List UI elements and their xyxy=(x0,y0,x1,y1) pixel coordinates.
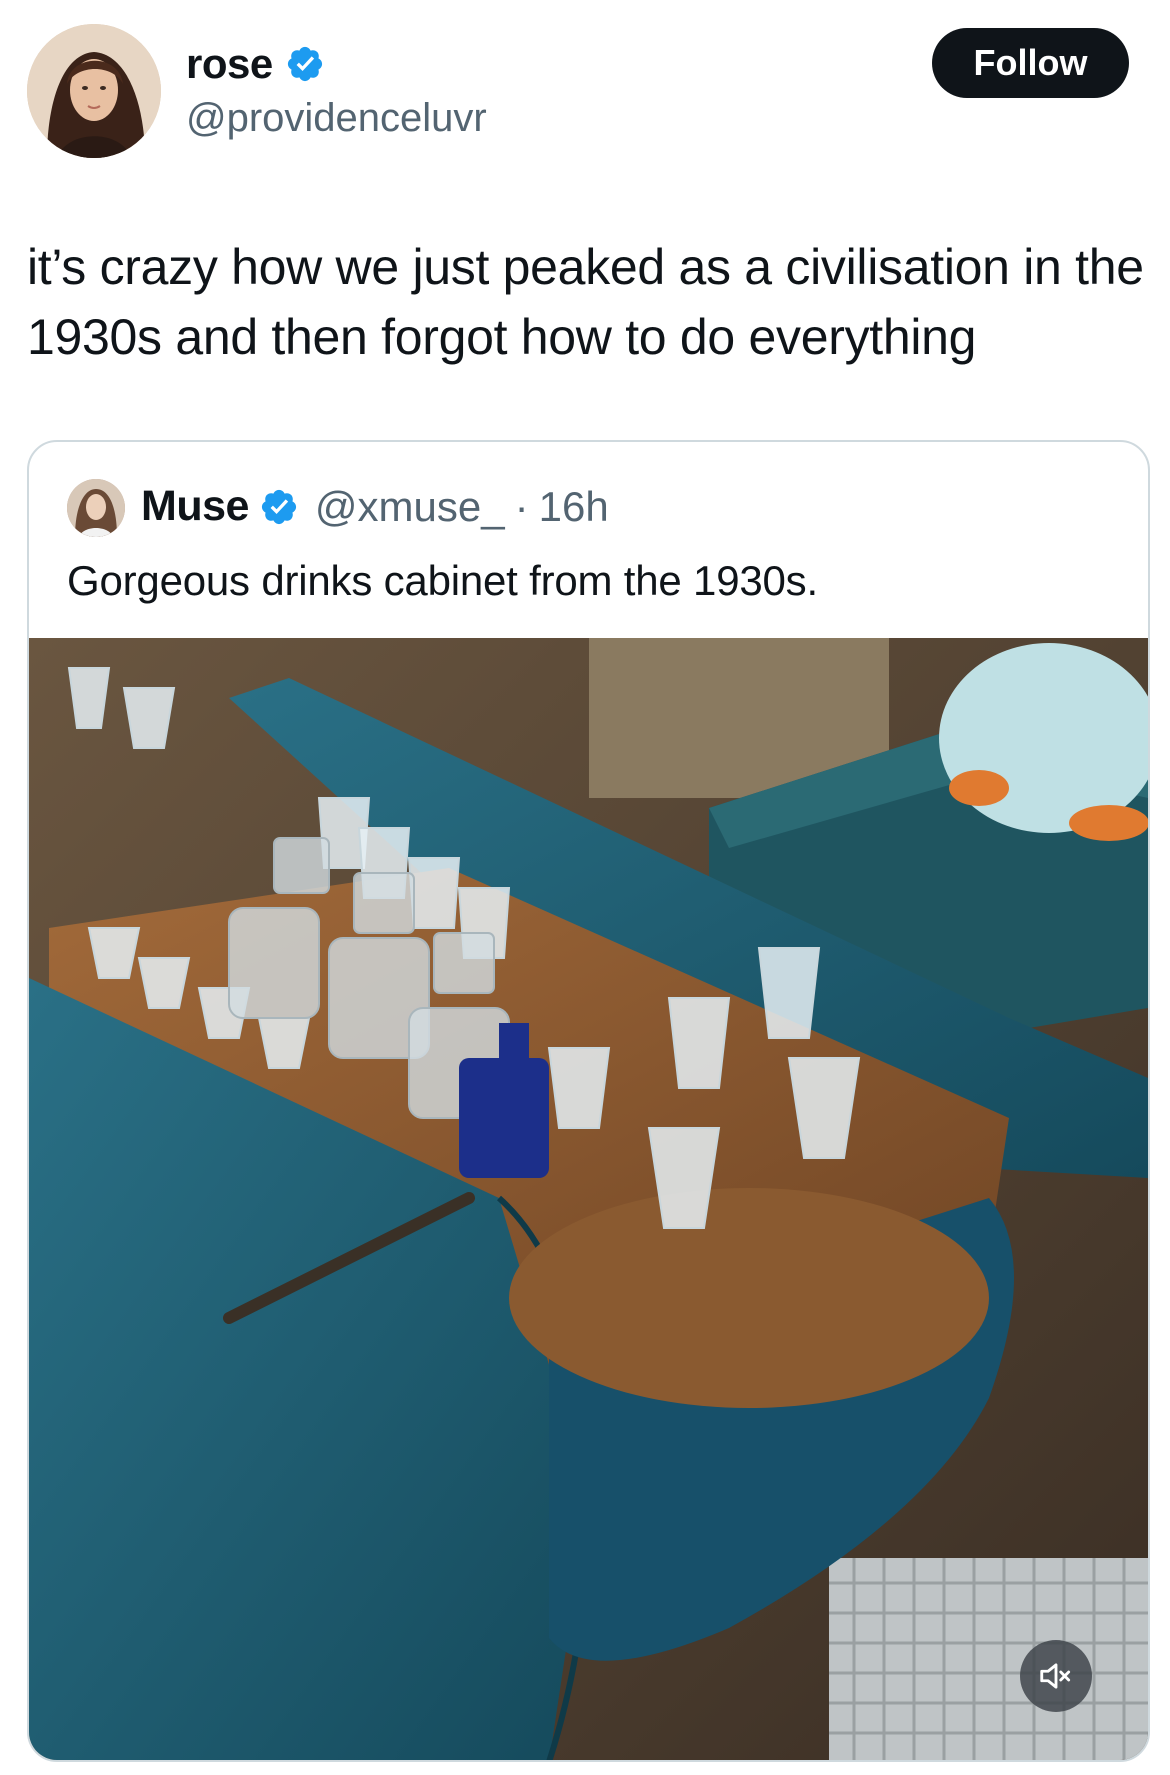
mute-toggle-button[interactable] xyxy=(1020,1640,1092,1712)
author-avatar[interactable] xyxy=(27,24,161,158)
follow-button[interactable]: Follow xyxy=(932,28,1129,98)
verified-badge-icon xyxy=(261,489,297,524)
tweet: rose @providenceluvr Follow it’s crazy h… xyxy=(0,0,1170,1775)
author-handle[interactable]: @providenceluvr xyxy=(186,96,487,141)
author-name-row: rose xyxy=(186,40,325,88)
separator-dot: · xyxy=(514,482,529,530)
quoted-display-name[interactable]: Muse xyxy=(141,482,249,531)
quoted-author-avatar[interactable] xyxy=(67,479,125,537)
quoted-tweet-text: Gorgeous drinks cabinet from the 1930s. xyxy=(67,557,818,604)
speaker-muted-icon xyxy=(1040,1663,1071,1689)
quoted-media-video[interactable] xyxy=(29,638,1148,1760)
quoted-header: Muse @xmuse_ · 16h xyxy=(141,482,609,531)
quoted-tweet-card[interactable]: Muse @xmuse_ · 16h Gorgeous drinks cabin… xyxy=(27,440,1150,1762)
quoted-handle[interactable]: @xmuse_ xyxy=(315,483,505,531)
author-display-name[interactable]: rose xyxy=(186,40,273,88)
tweet-text: it’s crazy how we just peaked as a civil… xyxy=(27,239,1144,365)
quoted-timestamp[interactable]: 16h xyxy=(539,483,609,531)
verified-badge-icon xyxy=(287,46,322,82)
